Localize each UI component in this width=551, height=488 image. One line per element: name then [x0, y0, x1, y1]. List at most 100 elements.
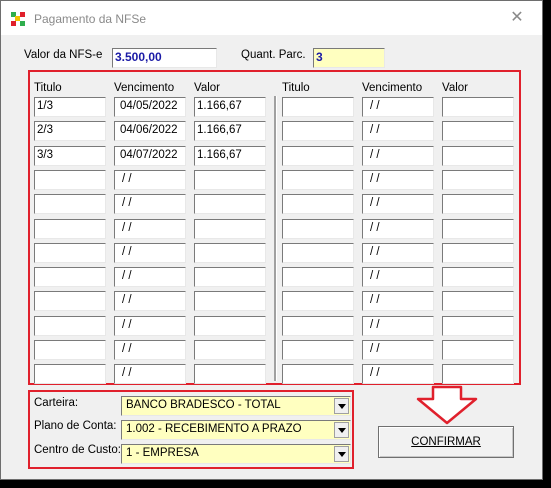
installment-titulo-input[interactable] — [282, 97, 354, 117]
installment-titulo-input[interactable] — [282, 170, 354, 190]
installment-titulo-input[interactable] — [34, 364, 106, 384]
installment-valor-input[interactable]: 1.166,67 — [194, 146, 266, 166]
installment-vencimento-input[interactable]: / / — [362, 243, 434, 263]
arrow-down-icon — [416, 385, 478, 425]
installment-valor-input[interactable] — [442, 121, 514, 141]
installment-titulo-input[interactable] — [34, 243, 106, 263]
installment-valor-input[interactable] — [194, 316, 266, 336]
col-header-valor-right: Valor — [442, 82, 468, 94]
installment-titulo-input[interactable] — [282, 121, 354, 141]
installment-vencimento-input[interactable]: / / — [114, 170, 186, 190]
installment-valor-input[interactable] — [442, 194, 514, 214]
installment-valor-input[interactable] — [442, 170, 514, 190]
installment-valor-input[interactable] — [442, 291, 514, 311]
installment-vencimento-input[interactable]: / / — [362, 194, 434, 214]
installment-titulo-input[interactable] — [282, 267, 354, 287]
installment-titulo-input[interactable]: 2/3 — [34, 121, 106, 141]
installment-valor-input[interactable] — [442, 316, 514, 336]
installment-vencimento-input[interactable]: 04/05/2022 — [114, 97, 186, 117]
carteira-value: BANCO BRADESCO - TOTAL — [126, 399, 281, 411]
installment-vencimento-input[interactable]: / / — [362, 121, 434, 141]
installment-valor-input[interactable] — [442, 219, 514, 239]
installment-titulo-input[interactable]: 1/3 — [34, 97, 106, 117]
installment-vencimento-input[interactable]: / / — [362, 97, 434, 117]
installment-titulo-input[interactable] — [34, 316, 106, 336]
installment-titulo-input[interactable] — [282, 194, 354, 214]
installment-vencimento-input[interactable]: / / — [114, 364, 186, 384]
installment-valor-input[interactable] — [194, 291, 266, 311]
installment-vencimento-input[interactable]: / / — [362, 291, 434, 311]
valor-nfse-label: Valor da NFS-e — [24, 49, 103, 61]
installment-titulo-input[interactable] — [34, 170, 106, 190]
installment-valor-input[interactable] — [194, 243, 266, 263]
centro-custo-value: 1 - EMPRESA — [126, 447, 199, 459]
installment-titulo-input[interactable] — [34, 194, 106, 214]
grid-divider — [274, 96, 277, 381]
installment-valor-input[interactable] — [194, 267, 266, 287]
window-title: Pagamento da NFSe — [34, 12, 147, 26]
installment-titulo-input[interactable] — [282, 219, 354, 239]
installment-titulo-input[interactable] — [282, 340, 354, 360]
installment-valor-input[interactable] — [442, 97, 514, 117]
installment-titulo-input[interactable] — [282, 146, 354, 166]
installment-valor-input[interactable] — [194, 364, 266, 384]
chevron-down-icon[interactable] — [334, 446, 349, 462]
installment-valor-input[interactable]: 1.166,67 — [194, 97, 266, 117]
installment-vencimento-input[interactable]: / / — [114, 243, 186, 263]
chevron-down-icon[interactable] — [334, 398, 349, 414]
installment-valor-input[interactable] — [194, 194, 266, 214]
installment-valor-input[interactable] — [442, 267, 514, 287]
installment-vencimento-input[interactable]: / / — [362, 340, 434, 360]
installment-titulo-input[interactable]: 3/3 — [34, 146, 106, 166]
installment-titulo-input[interactable] — [282, 243, 354, 263]
installment-valor-input[interactable] — [442, 146, 514, 166]
installment-valor-input[interactable] — [442, 340, 514, 360]
installment-vencimento-input[interactable]: / / — [362, 364, 434, 384]
installment-titulo-input[interactable] — [34, 219, 106, 239]
carteira-label: Carteira: — [34, 397, 79, 409]
installment-titulo-input[interactable] — [282, 291, 354, 311]
installment-titulo-input[interactable] — [282, 316, 354, 336]
app-icon — [11, 12, 25, 26]
installment-vencimento-input[interactable]: / / — [362, 146, 434, 166]
centro-custo-label: Centro de Custo: — [34, 444, 121, 456]
installment-titulo-input[interactable] — [34, 267, 106, 287]
plano-conta-value: 1.002 - RECEBIMENTO A PRAZO — [126, 423, 302, 435]
installment-vencimento-input[interactable]: / / — [362, 267, 434, 287]
col-header-valor-left: Valor — [194, 82, 220, 94]
installment-vencimento-input[interactable]: / / — [114, 267, 186, 287]
installment-vencimento-input[interactable]: 04/07/2022 — [114, 146, 186, 166]
installment-vencimento-input[interactable]: / / — [114, 219, 186, 239]
quant-parc-input[interactable]: 3 — [313, 48, 385, 68]
installment-valor-input[interactable]: 1.166,67 — [194, 121, 266, 141]
col-header-vencimento-right: Vencimento — [362, 82, 423, 94]
valor-nfse-input[interactable]: 3.500,00 — [112, 48, 217, 68]
installment-valor-input[interactable] — [194, 219, 266, 239]
installment-vencimento-input[interactable]: / / — [114, 194, 186, 214]
col-header-vencimento-left: Vencimento — [114, 82, 175, 94]
centro-custo-select[interactable]: 1 - EMPRESA — [121, 444, 351, 464]
installment-valor-input[interactable] — [442, 364, 514, 384]
title-bar: Pagamento da NFSe ✕ — [1, 1, 542, 35]
installment-vencimento-input[interactable]: 04/06/2022 — [114, 121, 186, 141]
installment-valor-input[interactable] — [442, 243, 514, 263]
quant-parc-label: Quant. Parc. — [241, 49, 306, 61]
installment-vencimento-input[interactable]: / / — [362, 316, 434, 336]
installment-vencimento-input[interactable]: / / — [362, 170, 434, 190]
confirm-button[interactable]: CONFIRMAR — [378, 426, 514, 458]
installment-vencimento-input[interactable]: / / — [114, 291, 186, 311]
col-header-titulo-left: Titulo — [34, 82, 62, 94]
installment-valor-input[interactable] — [194, 340, 266, 360]
close-icon[interactable]: ✕ — [507, 8, 527, 28]
installment-titulo-input[interactable] — [282, 364, 354, 384]
installment-valor-input[interactable] — [194, 170, 266, 190]
installment-titulo-input[interactable] — [34, 291, 106, 311]
installment-vencimento-input[interactable]: / / — [114, 316, 186, 336]
installment-vencimento-input[interactable]: / / — [362, 219, 434, 239]
confirm-button-label: CONFIRMAR — [411, 436, 481, 448]
installment-titulo-input[interactable] — [34, 340, 106, 360]
plano-conta-select[interactable]: 1.002 - RECEBIMENTO A PRAZO — [121, 420, 351, 440]
carteira-select[interactable]: BANCO BRADESCO - TOTAL — [121, 396, 351, 416]
installment-vencimento-input[interactable]: / / — [114, 340, 186, 360]
chevron-down-icon[interactable] — [334, 422, 349, 438]
